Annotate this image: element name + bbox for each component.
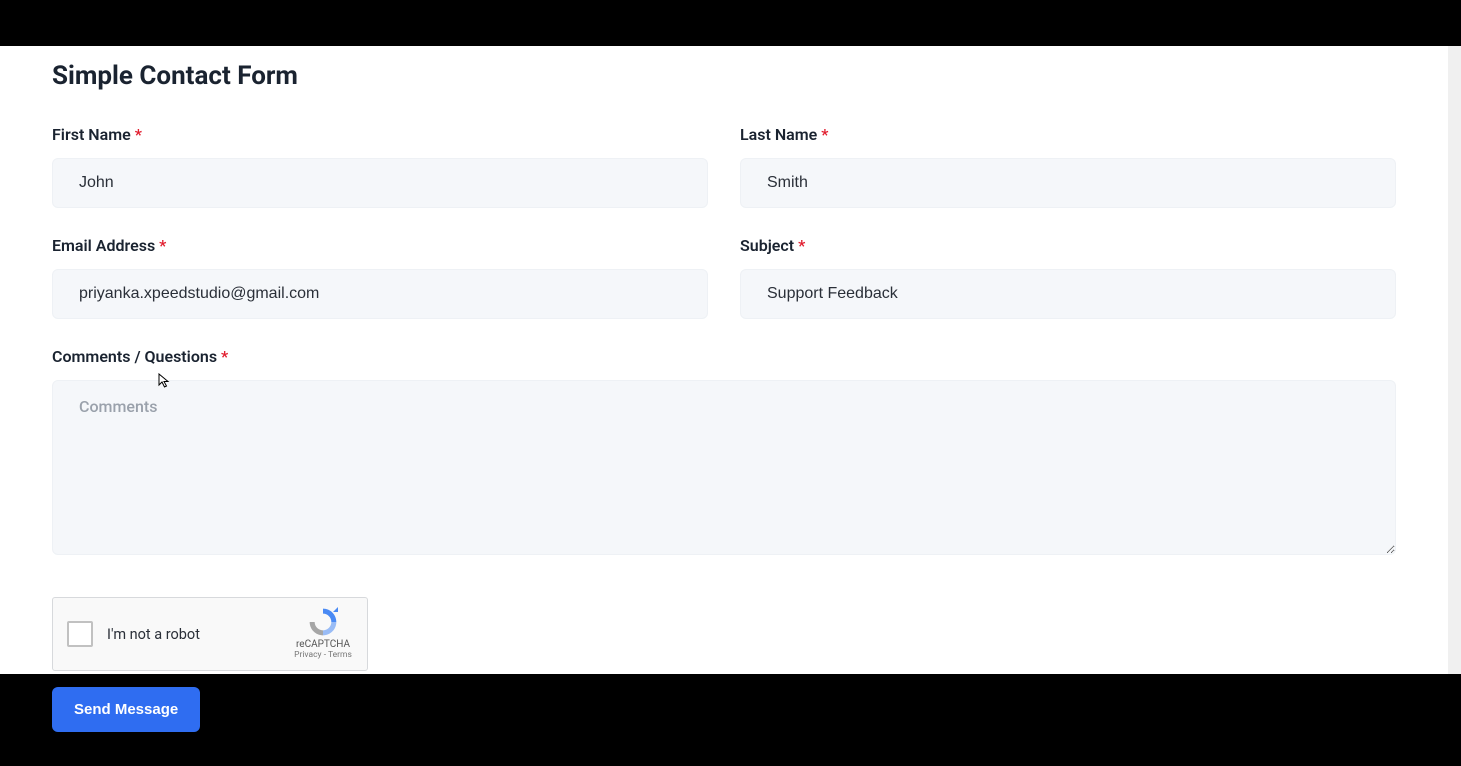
vertical-scrollbar[interactable] xyxy=(1448,46,1461,674)
subject-field: Subject * xyxy=(740,236,1396,319)
first-name-input[interactable] xyxy=(52,158,708,208)
subject-label-text: Subject xyxy=(740,236,794,255)
required-marker: * xyxy=(221,347,228,366)
last-name-field: Last Name * xyxy=(740,125,1396,208)
email-label-text: Email Address xyxy=(52,236,155,255)
last-name-input[interactable] xyxy=(740,158,1396,208)
first-name-label: First Name * xyxy=(52,125,708,144)
comments-label: Comments / Questions * xyxy=(52,347,1396,366)
comments-textarea[interactable] xyxy=(52,380,1396,555)
send-message-button[interactable]: Send Message xyxy=(52,687,200,732)
last-name-label: Last Name * xyxy=(740,125,1396,144)
comments-field: Comments / Questions * xyxy=(52,347,1396,555)
subject-label: Subject * xyxy=(740,236,1396,255)
email-input[interactable] xyxy=(52,269,708,319)
recaptcha-checkbox[interactable] xyxy=(67,621,93,647)
required-marker: * xyxy=(159,236,166,255)
required-marker: * xyxy=(135,125,142,144)
required-marker: * xyxy=(821,125,828,144)
form-footer: I'm not a robot reCAPTCHA Privacy - Term… xyxy=(52,583,1396,732)
page-container: Simple Contact Form First Name * Last Na… xyxy=(0,46,1448,674)
recaptcha-brand-text: reCAPTCHA xyxy=(296,639,350,650)
required-marker: * xyxy=(798,236,805,255)
contact-form: First Name * Last Name * Email Address *… xyxy=(52,125,1396,732)
first-name-field: First Name * xyxy=(52,125,708,208)
page-title: Simple Contact Form xyxy=(52,61,1396,91)
subject-input[interactable] xyxy=(740,269,1396,319)
recaptcha-icon xyxy=(308,607,338,637)
recaptcha-label: I'm not a robot xyxy=(107,626,293,643)
comments-label-text: Comments / Questions xyxy=(52,347,217,366)
last-name-label-text: Last Name xyxy=(740,125,817,144)
email-field: Email Address * xyxy=(52,236,708,319)
recaptcha-brand: reCAPTCHA Privacy - Terms xyxy=(293,607,353,660)
recaptcha-widget: I'm not a robot reCAPTCHA Privacy - Term… xyxy=(52,597,368,671)
first-name-label-text: First Name xyxy=(52,125,131,144)
recaptcha-links[interactable]: Privacy - Terms xyxy=(294,650,352,660)
email-label: Email Address * xyxy=(52,236,708,255)
